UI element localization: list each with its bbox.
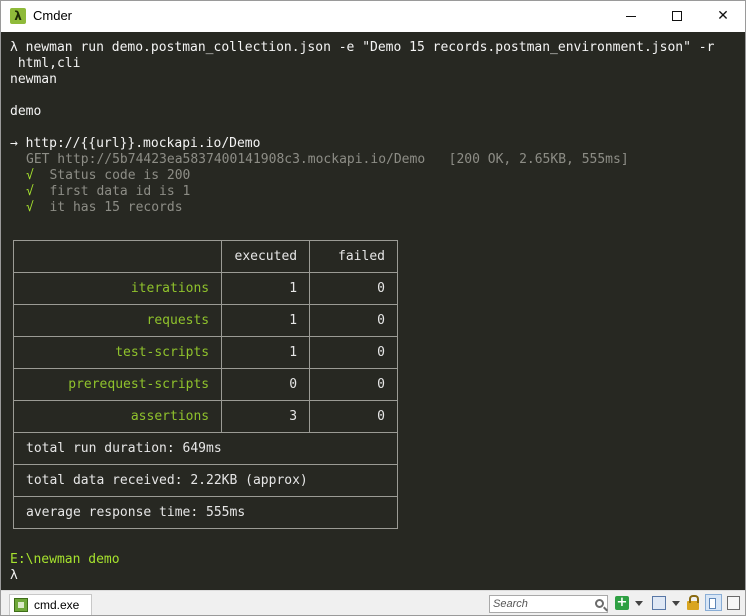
command-text: newman run demo.postman_collection.json … [25, 40, 715, 55]
cmder-window: λ Cmder ✕ λ newman run demo.postman_coll… [0, 0, 746, 616]
check-icon: √ [26, 184, 34, 199]
output-newman: newman [10, 72, 57, 87]
close-button[interactable]: ✕ [700, 1, 746, 31]
command-line: λ newman run demo.postman_collection.jso… [10, 40, 714, 56]
total-data-received: total data received: 2.22KB (approx) [13, 464, 398, 497]
table-row: test-scripts 1 0 [12, 336, 398, 369]
row-label: assertions [12, 400, 223, 433]
assertion-line: √ it has 15 records [26, 200, 183, 216]
assertion-text: first data id is 1 [49, 184, 191, 199]
cmder-lambda-icon: λ [10, 8, 26, 24]
table-row: iterations 1 0 [12, 272, 398, 305]
table-row-data-received: total data received: 2.22KB (approx) [13, 464, 398, 497]
window-title: Cmder [33, 8, 73, 23]
close-icon: ✕ [717, 8, 729, 24]
row-failed: 0 [309, 336, 398, 369]
minimize-button[interactable] [608, 1, 654, 31]
lock-icon[interactable] [687, 595, 699, 610]
maximize-button[interactable] [654, 1, 700, 31]
check-icon: √ [26, 168, 34, 183]
table-header-row: executed failed [12, 240, 398, 273]
request-detail: GET http://5b74423ea5837400141908c3.mock… [26, 152, 629, 167]
input-prompt[interactable]: λ [10, 568, 18, 584]
chevron-down-icon[interactable] [672, 601, 680, 606]
prompt-lambda: λ [10, 40, 18, 55]
row-executed: 0 [221, 368, 311, 401]
collection-name: demo [10, 104, 42, 119]
maximize-icon [672, 11, 682, 21]
console-tab-icon [14, 598, 28, 612]
table-header-executed: executed [221, 240, 311, 273]
row-failed: 0 [309, 272, 398, 305]
table-row: requests 1 0 [12, 304, 398, 337]
search-icon[interactable] [595, 599, 604, 608]
table-row: assertions 3 0 [12, 400, 398, 433]
row-label: prerequest-scripts [12, 368, 223, 401]
row-failed: 0 [309, 304, 398, 337]
row-label: iterations [12, 272, 223, 305]
table-row-total-duration: total run duration: 649ms [13, 432, 398, 465]
row-label: requests [12, 304, 223, 337]
row-executed: 1 [221, 272, 311, 305]
request-name: http://{{url}}.mockapi.io/Demo [25, 136, 261, 151]
row-failed: 0 [309, 400, 398, 433]
tab-label: cmd.exe [34, 598, 80, 612]
request-heading: → http://{{url}}.mockapi.io/Demo [10, 136, 260, 152]
row-executed: 3 [221, 400, 311, 433]
row-failed: 0 [309, 368, 398, 401]
table-row-avg-response: average response time: 555ms [13, 496, 398, 529]
chevron-down-icon[interactable] [635, 601, 643, 606]
check-icon: √ [26, 200, 34, 215]
new-console-button[interactable]: + [615, 596, 629, 610]
minimize-icon [626, 15, 636, 17]
split-view-icon[interactable] [705, 594, 722, 611]
row-executed: 1 [221, 336, 311, 369]
menu-grid-icon[interactable] [727, 596, 740, 610]
console-output[interactable]: λ newman run demo.postman_collection.jso… [1, 32, 745, 590]
assertion-line: √ first data id is 1 [26, 184, 190, 200]
assertion-line: √ Status code is 200 [26, 168, 190, 184]
table-header-failed: failed [309, 240, 398, 273]
search-input[interactable]: Search [489, 595, 608, 613]
average-response-time: average response time: 555ms [13, 496, 398, 529]
row-executed: 1 [221, 304, 311, 337]
table-header [12, 240, 223, 273]
tab-cmd-exe[interactable]: cmd.exe [9, 594, 92, 615]
status-bar: cmd.exe Search + [1, 590, 745, 615]
title-bar[interactable]: λ Cmder ✕ [1, 1, 745, 31]
table-row: prerequest-scripts 0 0 [12, 368, 398, 401]
window-layout-icon[interactable] [652, 596, 666, 610]
summary-table: executed failed iterations 1 0 requests … [12, 240, 398, 529]
arrow-icon: → [10, 136, 18, 151]
row-label: test-scripts [12, 336, 223, 369]
command-line-wrap: html,cli [10, 56, 81, 71]
assertion-text: it has 15 records [49, 200, 183, 215]
assertion-text: Status code is 200 [49, 168, 191, 183]
current-path: E:\newman demo [10, 552, 120, 567]
total-run-duration: total run duration: 649ms [13, 432, 398, 465]
